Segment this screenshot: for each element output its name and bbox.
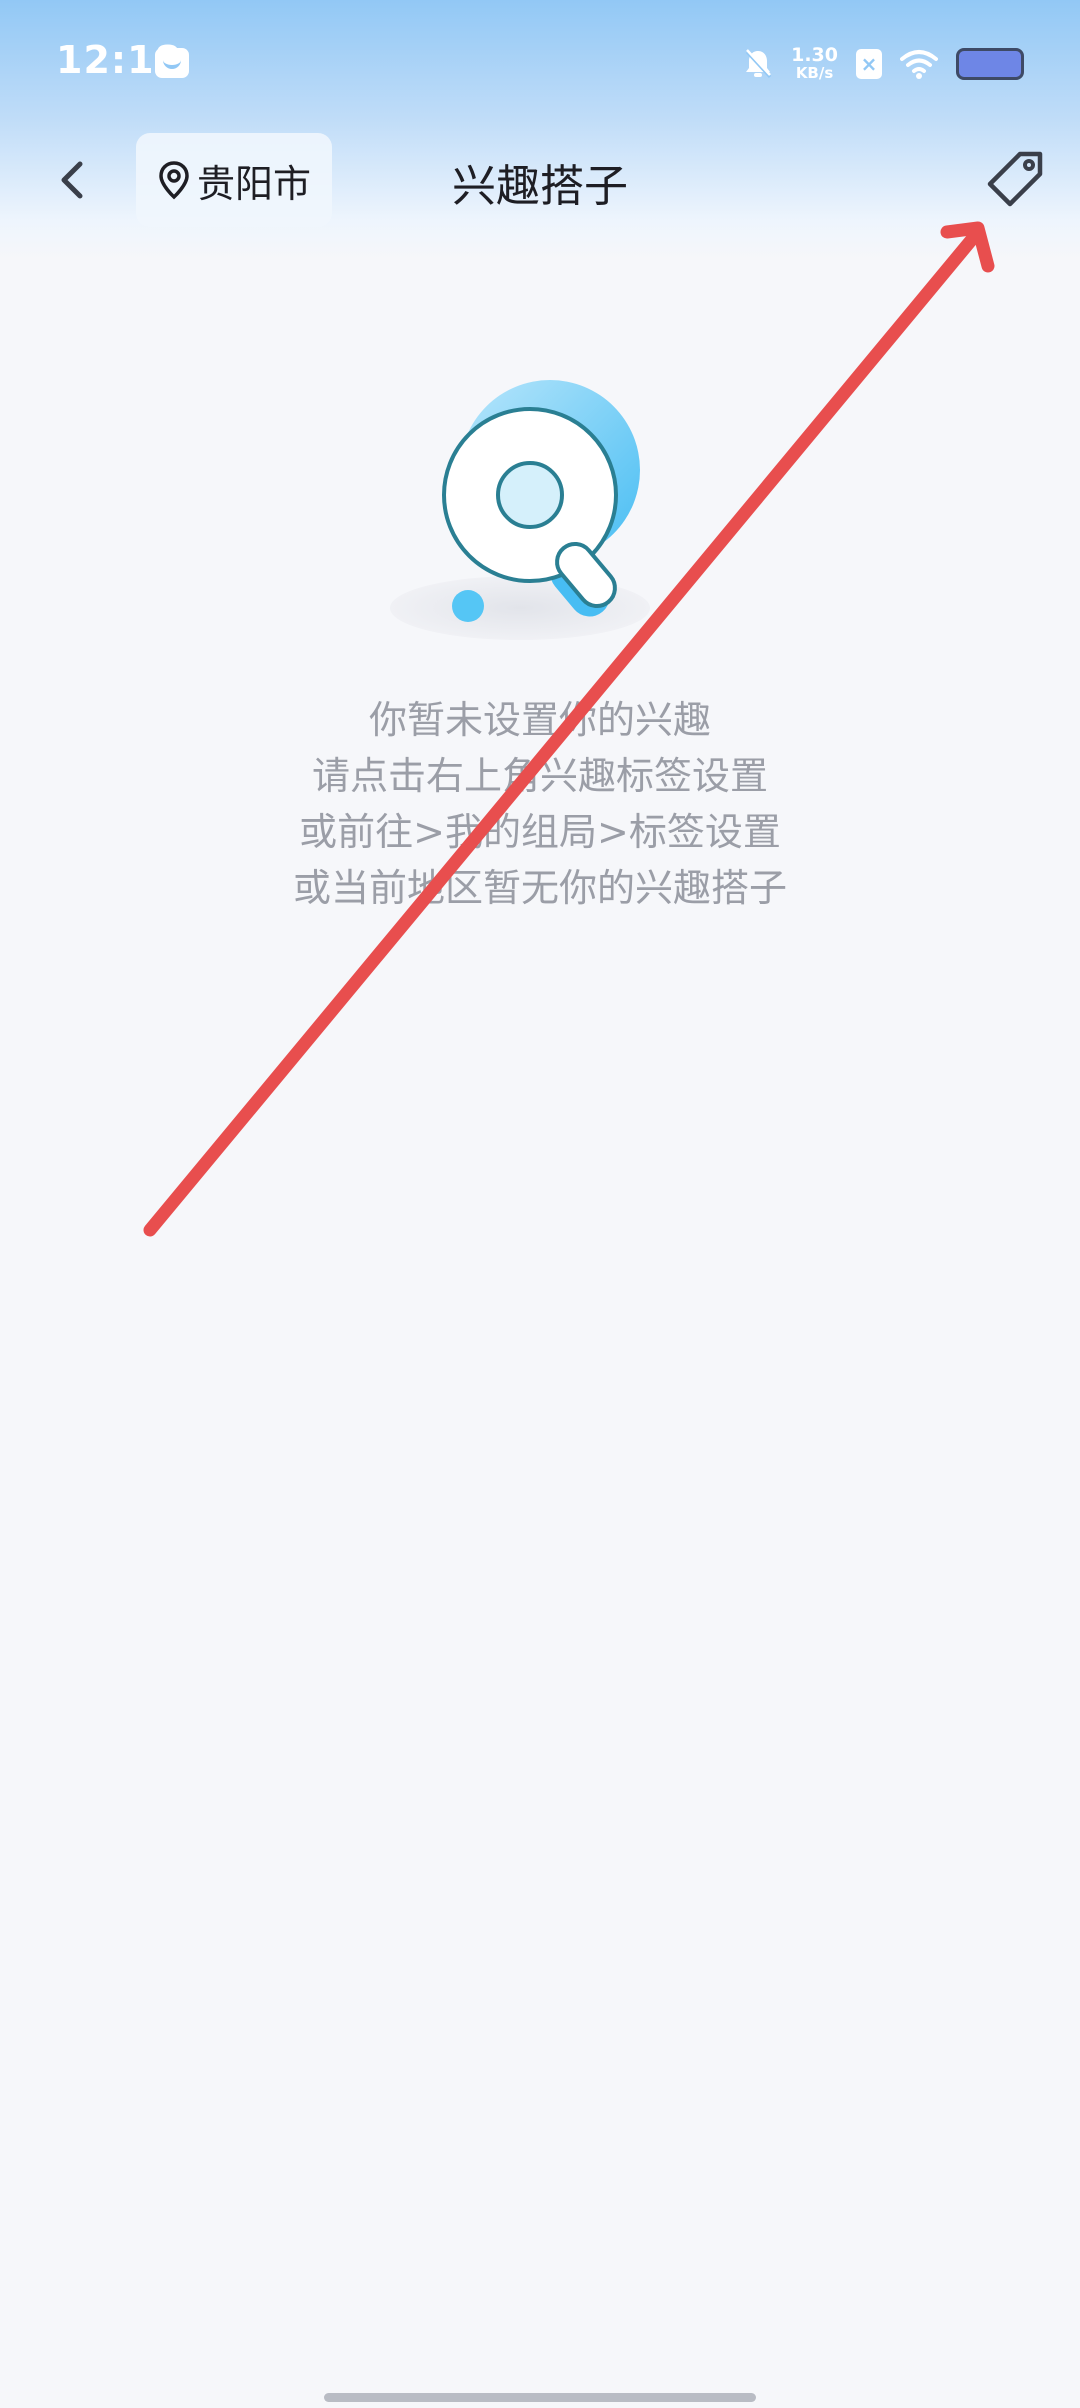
annotation-arrow xyxy=(143,221,995,1237)
empty-line-1: 你暂未设置你的兴趣 xyxy=(368,698,711,742)
sim-icon: × xyxy=(856,49,882,79)
status-icons: 1.30 KB/s × xyxy=(743,42,1024,86)
tag-icon[interactable] xyxy=(982,148,1046,212)
home-indicator[interactable] xyxy=(324,2393,756,2402)
empty-line-4: 或当前地区暂无你的兴趣搭子 xyxy=(292,866,787,910)
empty-search-illustration xyxy=(390,380,650,640)
app-header: 贵阳市 兴趣搭子 xyxy=(0,130,1080,230)
page-title: 兴趣搭子 xyxy=(452,161,628,212)
mute-icon xyxy=(746,49,772,79)
empty-line-3: 或前往>我的组局>标签设置 xyxy=(299,810,781,854)
net-speed-unit: KB/s xyxy=(795,64,834,82)
wifi-icon xyxy=(900,50,938,79)
battery-icon xyxy=(956,48,1024,80)
network-speed: 1.30 KB/s xyxy=(791,44,838,83)
empty-state-message: 你暂未设置你的兴趣 请点击右上角兴趣标签设置 或前往>我的组局>标签设置 或当前… xyxy=(0,692,1080,916)
net-speed-value: 1.30 xyxy=(791,44,838,66)
empty-line-2: 请点击右上角兴趣标签设置 xyxy=(311,754,768,798)
status-bar: 12:18 1.30 KB/s × xyxy=(0,0,1080,126)
app-notification-icon xyxy=(155,48,189,78)
